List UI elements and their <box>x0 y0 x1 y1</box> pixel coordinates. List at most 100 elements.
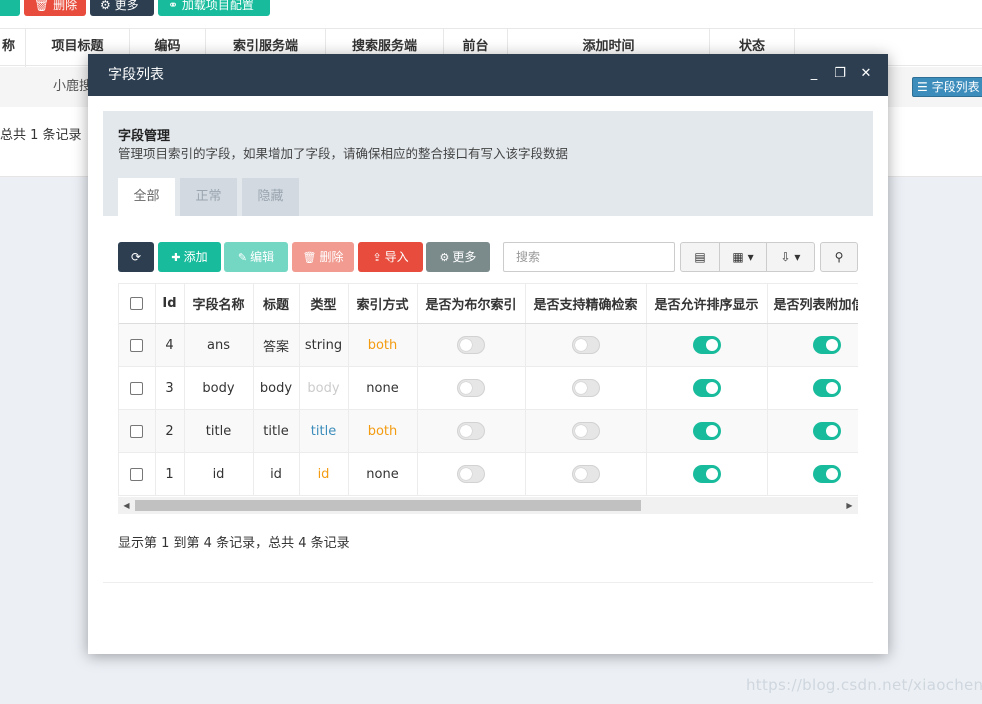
exact-toggle[interactable] <box>571 379 600 397</box>
grid-icon: ▦ <box>732 250 744 264</box>
minimize-icon[interactable]: _ <box>806 66 822 82</box>
import-button[interactable]: ⇪ 导入 <box>358 242 423 272</box>
list-toggle[interactable] <box>812 336 841 354</box>
cell-exact <box>525 323 647 367</box>
cell-sort <box>646 366 768 410</box>
maximize-icon[interactable]: ❐ <box>832 66 848 82</box>
column-header[interactable]: 索引方式 <box>348 283 418 324</box>
export-button[interactable]: ⇩ ▾ <box>766 242 815 272</box>
cell-index: none <box>348 366 418 410</box>
select-all-header <box>119 283 156 324</box>
scroll-right-icon[interactable]: ▶ <box>841 497 858 514</box>
list-toggle[interactable] <box>812 379 841 397</box>
cell-type: title <box>299 409 349 453</box>
refresh-button[interactable]: ⟳ <box>118 242 154 272</box>
dialog-title: 字段列表 <box>108 67 164 83</box>
list-toggle[interactable] <box>812 465 841 483</box>
row-select-cell <box>119 452 156 496</box>
table-row[interactable]: 3 body body body none <box>119 366 858 410</box>
tab-all[interactable]: 全部 <box>118 178 175 216</box>
close-icon[interactable]: ✕ <box>858 66 874 82</box>
cell-title: body <box>253 366 300 410</box>
field-table-wrapper: Id 字段名称 标题 类型 索引方式 是否为布尔索引 是否支持精确检索 是否允许… <box>118 283 858 496</box>
gear-icon: ⚙ <box>439 251 450 264</box>
sort-toggle[interactable] <box>692 336 721 354</box>
column-header[interactable]: 字段名称 <box>184 283 254 324</box>
cell-list <box>767 366 858 410</box>
cell-index: none <box>348 452 418 496</box>
bool-toggle[interactable] <box>457 465 485 483</box>
more-button[interactable]: ⚙ 更多 <box>426 242 490 272</box>
cell-type: string <box>299 323 349 367</box>
sort-toggle[interactable] <box>692 465 721 483</box>
cell-list <box>767 452 858 496</box>
horizontal-scrollbar[interactable]: ◀ ▶ <box>118 497 858 514</box>
delete-button[interactable]: 🗑 删除 <box>292 242 354 272</box>
cell-exact <box>525 366 647 410</box>
tab-hidden[interactable]: 隐藏 <box>242 178 299 216</box>
cell-name: ans <box>184 323 254 367</box>
pencil-icon: ✎ <box>237 251 248 264</box>
list-toggle[interactable] <box>812 422 841 440</box>
field-management-panel: 字段管理 管理项目索引的字段，如果增加了字段，请确保相应的整合接口有写入该字段数… <box>103 111 873 216</box>
scroll-left-icon[interactable]: ◀ <box>118 497 135 514</box>
cell-bool <box>417 323 526 367</box>
search-button[interactable]: ⚲ <box>820 242 858 272</box>
scrollbar-thumb[interactable] <box>135 500 641 511</box>
exact-toggle[interactable] <box>571 422 600 440</box>
columns-button[interactable]: ▦ ▾ <box>719 242 767 272</box>
cell-exact <box>525 409 647 453</box>
cell-bool <box>417 366 526 410</box>
toggle-view-button[interactable]: ▤ <box>680 242 720 272</box>
add-button[interactable]: ✚ 添加 <box>158 242 221 272</box>
bool-toggle[interactable] <box>457 422 485 440</box>
cell-type: id <box>299 452 349 496</box>
column-header[interactable]: 是否为布尔索引 <box>417 283 526 324</box>
table-row[interactable]: 2 title title title both <box>119 409 858 453</box>
tab-normal[interactable]: 正常 <box>180 178 237 216</box>
column-header[interactable]: 是否支持精确检索 <box>525 283 647 324</box>
cell-exact <box>525 452 647 496</box>
bool-toggle[interactable] <box>457 336 485 354</box>
field-list-dialog: 字段列表 _ ❐ ✕ 字段管理 管理项目索引的字段，如果增加了字段，请确保相应的… <box>88 54 888 654</box>
cell-sort <box>646 409 768 453</box>
cell-id: 3 <box>155 366 185 410</box>
cell-index: both <box>348 409 418 453</box>
caret-down-icon: ▾ <box>794 250 801 264</box>
row-checkbox[interactable] <box>130 381 144 395</box>
row-checkbox[interactable] <box>130 338 144 352</box>
row-select-cell <box>119 366 156 410</box>
divider <box>103 582 873 583</box>
edit-button[interactable]: ✎ 编辑 <box>224 242 288 272</box>
export-icon: ⇩ <box>780 250 791 264</box>
search-icon: ⚲ <box>834 250 844 264</box>
table-row[interactable]: 1 id id id none <box>119 452 858 496</box>
sort-toggle[interactable] <box>692 379 721 397</box>
cell-bool <box>417 452 526 496</box>
dialog-titlebar[interactable]: 字段列表 _ ❐ ✕ <box>88 54 888 96</box>
cell-sort <box>646 452 768 496</box>
cell-id: 1 <box>155 452 185 496</box>
column-header[interactable]: 是否列表附加信 <box>767 283 858 324</box>
exact-toggle[interactable] <box>571 336 600 354</box>
column-header[interactable]: 是否允许排序显示 <box>646 283 768 324</box>
sort-toggle[interactable] <box>692 422 721 440</box>
select-all-checkbox[interactable] <box>130 297 144 310</box>
cell-name: id <box>184 452 254 496</box>
search-input[interactable] <box>503 242 675 272</box>
caret-down-icon: ▾ <box>747 250 754 264</box>
row-checkbox[interactable] <box>130 467 144 481</box>
table-row[interactable]: 4 ans 答案 string both <box>119 323 858 367</box>
row-checkbox[interactable] <box>130 424 144 438</box>
cell-id: 4 <box>155 323 185 367</box>
cell-bool <box>417 409 526 453</box>
cell-list <box>767 409 858 453</box>
column-header[interactable]: 标题 <box>253 283 300 324</box>
cell-title: 答案 <box>253 323 300 367</box>
bool-toggle[interactable] <box>457 379 485 397</box>
column-header[interactable]: 类型 <box>299 283 349 324</box>
cell-title: title <box>253 409 300 453</box>
column-header[interactable]: Id <box>155 283 185 324</box>
cell-name: body <box>184 366 254 410</box>
exact-toggle[interactable] <box>571 465 600 483</box>
